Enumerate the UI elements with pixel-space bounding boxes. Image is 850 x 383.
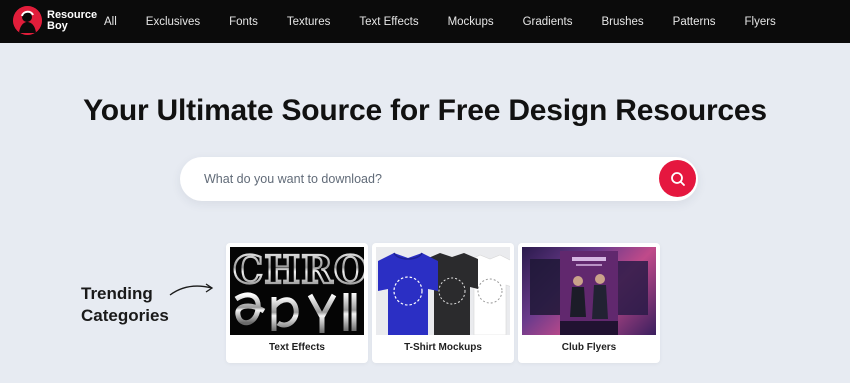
card-label: T-Shirt Mockups bbox=[404, 342, 482, 353]
category-card-tshirt-mockups[interactable]: T-Shirt Mockups bbox=[372, 243, 514, 363]
top-nav: Resource Boy All Exclusives Fonts Textur… bbox=[0, 0, 850, 43]
nav-item-exclusives[interactable]: Exclusives bbox=[146, 16, 200, 28]
page-title: Your Ultimate Source for Free Design Res… bbox=[83, 94, 767, 127]
resource-boy-logo-icon bbox=[13, 6, 42, 35]
tshirt-mockups-thumbnail bbox=[376, 247, 510, 335]
card-label: Club Flyers bbox=[561, 342, 617, 353]
club-flyers-thumbnail bbox=[522, 247, 656, 335]
nav-item-all[interactable]: All bbox=[104, 16, 117, 28]
nav-item-text-effects[interactable]: Text Effects bbox=[359, 16, 418, 28]
search-bar bbox=[180, 157, 698, 201]
nav-item-mockups[interactable]: Mockups bbox=[448, 16, 494, 28]
nav-menu: All Exclusives Fonts Textures Text Effec… bbox=[104, 0, 776, 43]
nav-item-textures[interactable]: Textures bbox=[287, 16, 330, 28]
brand-name: Resource Boy bbox=[47, 8, 98, 32]
arrow-icon bbox=[169, 283, 214, 296]
search-button[interactable] bbox=[659, 160, 696, 197]
search-icon bbox=[670, 171, 685, 186]
category-card-club-flyers[interactable]: Club Flyers bbox=[518, 243, 660, 363]
nav-item-fonts[interactable]: Fonts bbox=[229, 16, 258, 28]
category-card-text-effects[interactable]: CHRO Text Effects bbox=[226, 243, 368, 363]
nav-item-flyers[interactable]: Flyers bbox=[744, 16, 775, 28]
nav-item-gradients[interactable]: Gradients bbox=[523, 16, 573, 28]
card-label: Text Effects bbox=[269, 342, 325, 353]
nav-item-patterns[interactable]: Patterns bbox=[673, 16, 716, 28]
chrome-title-text: CHRO bbox=[233, 247, 364, 292]
logo[interactable]: Resource Boy bbox=[13, 6, 99, 35]
nav-item-brushes[interactable]: Brushes bbox=[601, 16, 643, 28]
search-input[interactable] bbox=[204, 169, 644, 189]
text-effects-thumbnail: CHRO bbox=[230, 247, 364, 335]
